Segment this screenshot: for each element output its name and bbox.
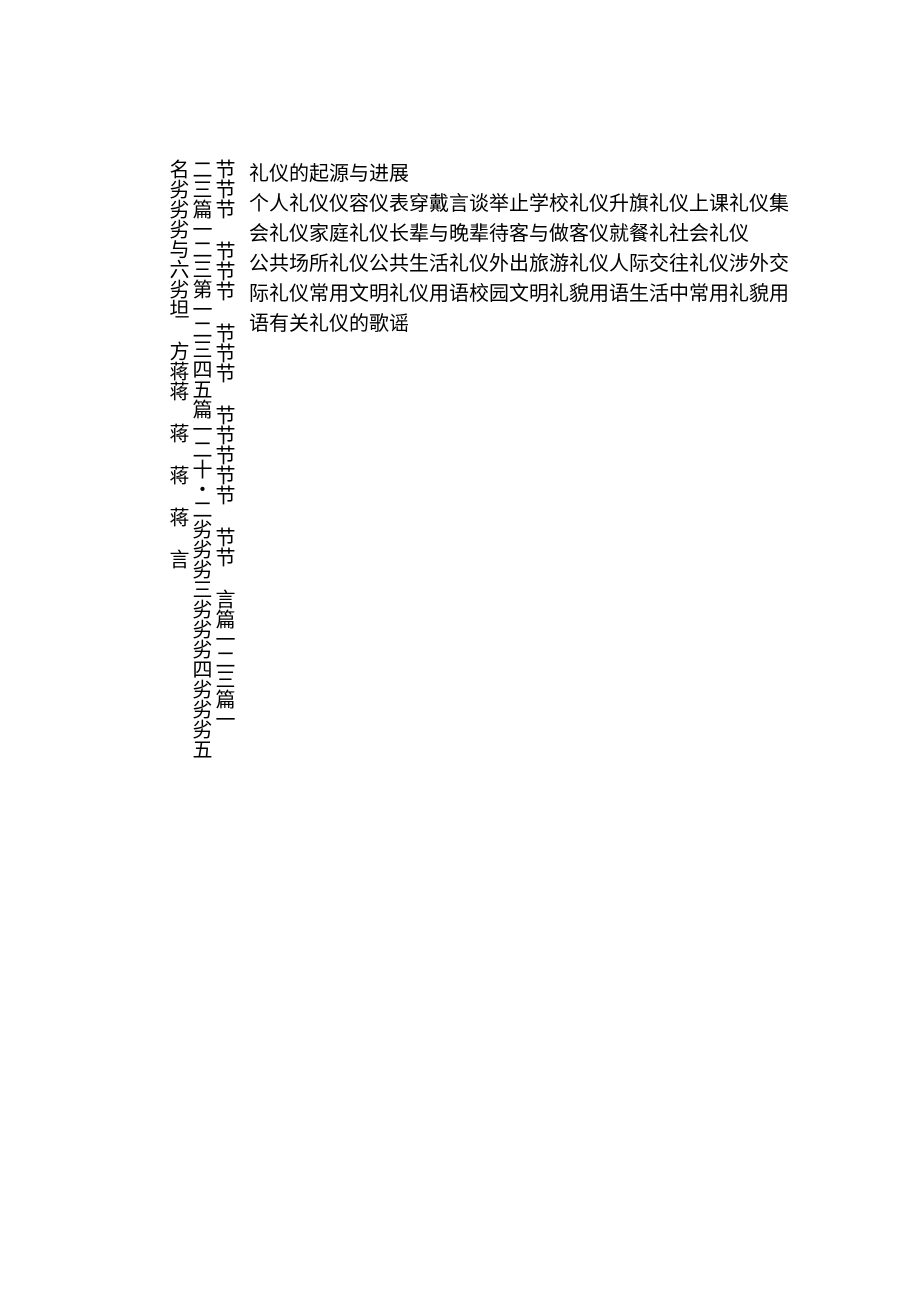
vertical-column-3: 节节节 节节节 节节节 节节节节节 节节 言篇一二三篇一: [213, 159, 233, 729]
vertical-column-2: 二三篇一二三第一二三四五篇一二十・二劣劣劣三劣劣劣四劣劣劣五: [190, 159, 210, 759]
vertical-column-1: 名劣劣劣与六劣坦 方蒋蒋 蒋 蒋 蒋 言: [167, 159, 187, 569]
document-page: 名劣劣劣与六劣坦 方蒋蒋 蒋 蒋 蒋 言 二三篇一二三第一二三四五篇一二十・二劣…: [0, 0, 920, 1301]
paragraph-3: 公共场所礼仪公共生活礼仪外出旅游礼仪人际交往礼仪涉外交际礼仪常用文明礼仪用语校园…: [249, 249, 804, 339]
horizontal-body-text: 礼仪的起源与进展 个人礼仪仪容仪表穿戴言谈举止学校礼仪升旗礼仪上课礼仪集会礼仪家…: [249, 159, 804, 339]
paragraph-1: 礼仪的起源与进展: [249, 159, 804, 189]
paragraph-2: 个人礼仪仪容仪表穿戴言谈举止学校礼仪升旗礼仪上课礼仪集会礼仪家庭礼仪长辈与晚辈待…: [249, 189, 804, 249]
